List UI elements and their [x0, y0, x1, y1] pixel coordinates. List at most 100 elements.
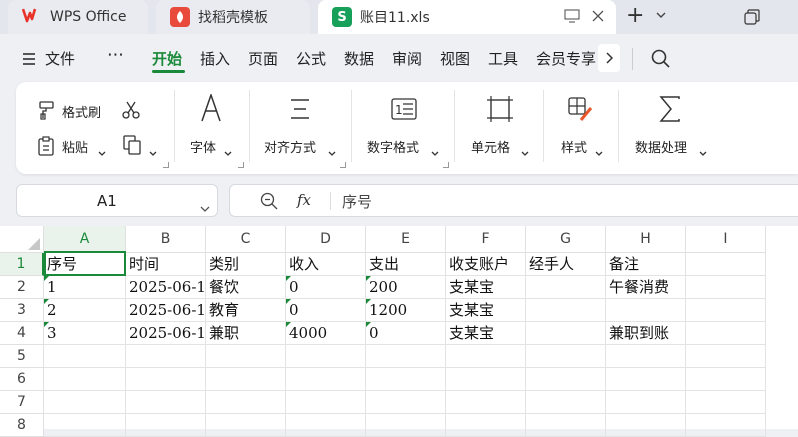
cell-b3[interactable]: 2025-06-1 [126, 299, 206, 322]
cell-h4[interactable]: 兼职到账 [606, 322, 686, 345]
cell-f7[interactable] [446, 391, 526, 414]
format-painter-icon[interactable] [37, 100, 57, 124]
cell-b7[interactable] [126, 391, 206, 414]
cell-d4[interactable]: 4000 [286, 322, 366, 345]
monitor-icon[interactable] [564, 9, 580, 27]
tab-docer-templates[interactable]: 找稻壳模板 [156, 0, 310, 34]
more-menu-button[interactable]: ⋯ [107, 45, 124, 65]
cell-c1[interactable]: 类别 [206, 253, 286, 276]
cell-c3[interactable]: 教育 [206, 299, 286, 322]
hamburger-menu-icon[interactable] [22, 51, 36, 70]
data-process-button[interactable]: 数据处理 [635, 137, 687, 156]
cell-e2[interactable]: 200 [366, 276, 446, 299]
style-icon[interactable] [567, 96, 593, 126]
column-header-c[interactable]: C [206, 226, 286, 253]
copy-icon[interactable] [123, 135, 143, 159]
cell-d5[interactable] [286, 345, 366, 368]
cell-h3[interactable] [606, 299, 686, 322]
cell-i2[interactable] [686, 276, 766, 299]
cell-button[interactable]: 单元格 [471, 137, 510, 156]
cell-e1[interactable]: 支出 [366, 253, 446, 276]
cell-a4[interactable]: 3 [44, 322, 126, 345]
cell-d7[interactable] [286, 391, 366, 414]
cut-icon[interactable] [121, 100, 141, 124]
cell-g8[interactable] [526, 414, 606, 437]
row-header-2[interactable]: 2 [0, 276, 44, 299]
menu-item-tools[interactable]: 工具 [488, 48, 518, 69]
cell-i6[interactable] [686, 368, 766, 391]
format-painter-button[interactable]: 格式刷 [62, 102, 101, 121]
menu-item-page[interactable]: 页面 [248, 48, 278, 69]
cell-f6[interactable] [446, 368, 526, 391]
style-button[interactable]: 样式 [561, 137, 587, 156]
cell-f2[interactable]: 支某宝 [446, 276, 526, 299]
cell-a3[interactable]: 2 [44, 299, 126, 322]
menu-item-review[interactable]: 审阅 [392, 48, 422, 69]
cell-e6[interactable] [366, 368, 446, 391]
column-header-b[interactable]: B [126, 226, 206, 253]
paste-button[interactable]: 粘贴 [62, 137, 88, 156]
row-header-7[interactable]: 7 [0, 391, 44, 414]
row-header-3[interactable]: 3 [0, 299, 44, 322]
cell-f4[interactable]: 支某宝 [446, 322, 526, 345]
tab-spreadsheet[interactable]: S 账目11.xls [318, 0, 616, 34]
cell-b4[interactable]: 2025-06-1 [126, 322, 206, 345]
cell-g1[interactable]: 经手人 [526, 253, 606, 276]
column-header-f[interactable]: F [446, 226, 526, 253]
chevron-down-icon[interactable] [655, 6, 667, 25]
row-header-4[interactable]: 4 [0, 322, 44, 345]
cell-b6[interactable] [126, 368, 206, 391]
font-button[interactable]: 字体 [190, 137, 216, 156]
font-icon[interactable] [200, 92, 222, 126]
chevron-down-icon[interactable] [699, 142, 707, 161]
column-header-h[interactable]: H [606, 226, 686, 253]
cell-g3[interactable] [526, 299, 606, 322]
number-format-icon[interactable]: 1 [391, 98, 417, 124]
restore-window-icon[interactable] [744, 9, 760, 29]
cell-f3[interactable]: 支某宝 [446, 299, 526, 322]
cell-d1[interactable]: 收入 [286, 253, 366, 276]
cell-b2[interactable]: 2025-06-1 [126, 276, 206, 299]
menu-item-formula[interactable]: 公式 [296, 48, 326, 69]
cell-d2[interactable]: 0 [286, 276, 366, 299]
cell-d6[interactable] [286, 368, 366, 391]
cell-a2[interactable]: 1 [44, 276, 126, 299]
chevron-down-icon[interactable] [521, 142, 529, 161]
column-header-i[interactable]: I [686, 226, 766, 253]
cell-i8[interactable] [686, 414, 766, 437]
cell-c2[interactable]: 餐饮 [206, 276, 286, 299]
chevron-down-icon[interactable] [98, 142, 106, 161]
chevron-down-icon[interactable] [149, 142, 157, 161]
cell-g6[interactable] [526, 368, 606, 391]
cell-f1[interactable]: 收支账户 [446, 253, 526, 276]
number-format-button[interactable]: 数字格式 [367, 137, 419, 156]
dialog-launcher-icon[interactable] [340, 162, 346, 168]
paste-icon[interactable] [37, 135, 57, 161]
cell-f5[interactable] [446, 345, 526, 368]
menu-item-data[interactable]: 数据 [344, 48, 374, 69]
cell-h5[interactable] [606, 345, 686, 368]
row-header-6[interactable]: 6 [0, 368, 44, 391]
column-header-d[interactable]: D [286, 226, 366, 253]
cell-a5[interactable] [44, 345, 126, 368]
dialog-launcher-icon[interactable] [443, 162, 449, 168]
chevron-down-icon[interactable] [200, 198, 210, 217]
cell-i1[interactable] [686, 253, 766, 276]
cell-c8[interactable] [206, 414, 286, 437]
cell-h7[interactable] [606, 391, 686, 414]
chevron-down-icon[interactable] [328, 142, 336, 161]
chevron-down-icon[interactable] [431, 142, 439, 161]
cell-i7[interactable] [686, 391, 766, 414]
cell-g2[interactable] [526, 276, 606, 299]
cell-c7[interactable] [206, 391, 286, 414]
chevron-down-icon[interactable] [595, 142, 603, 161]
row-header-1[interactable]: 1 [0, 253, 44, 276]
dialog-launcher-icon[interactable] [238, 162, 244, 168]
cell-i4[interactable] [686, 322, 766, 345]
menu-item-insert[interactable]: 插入 [200, 48, 230, 69]
cell-d8[interactable] [286, 414, 366, 437]
cell-d3[interactable]: 0 [286, 299, 366, 322]
cell-g7[interactable] [526, 391, 606, 414]
cell-a8[interactable] [44, 414, 126, 437]
row-header-5[interactable]: 5 [0, 345, 44, 368]
